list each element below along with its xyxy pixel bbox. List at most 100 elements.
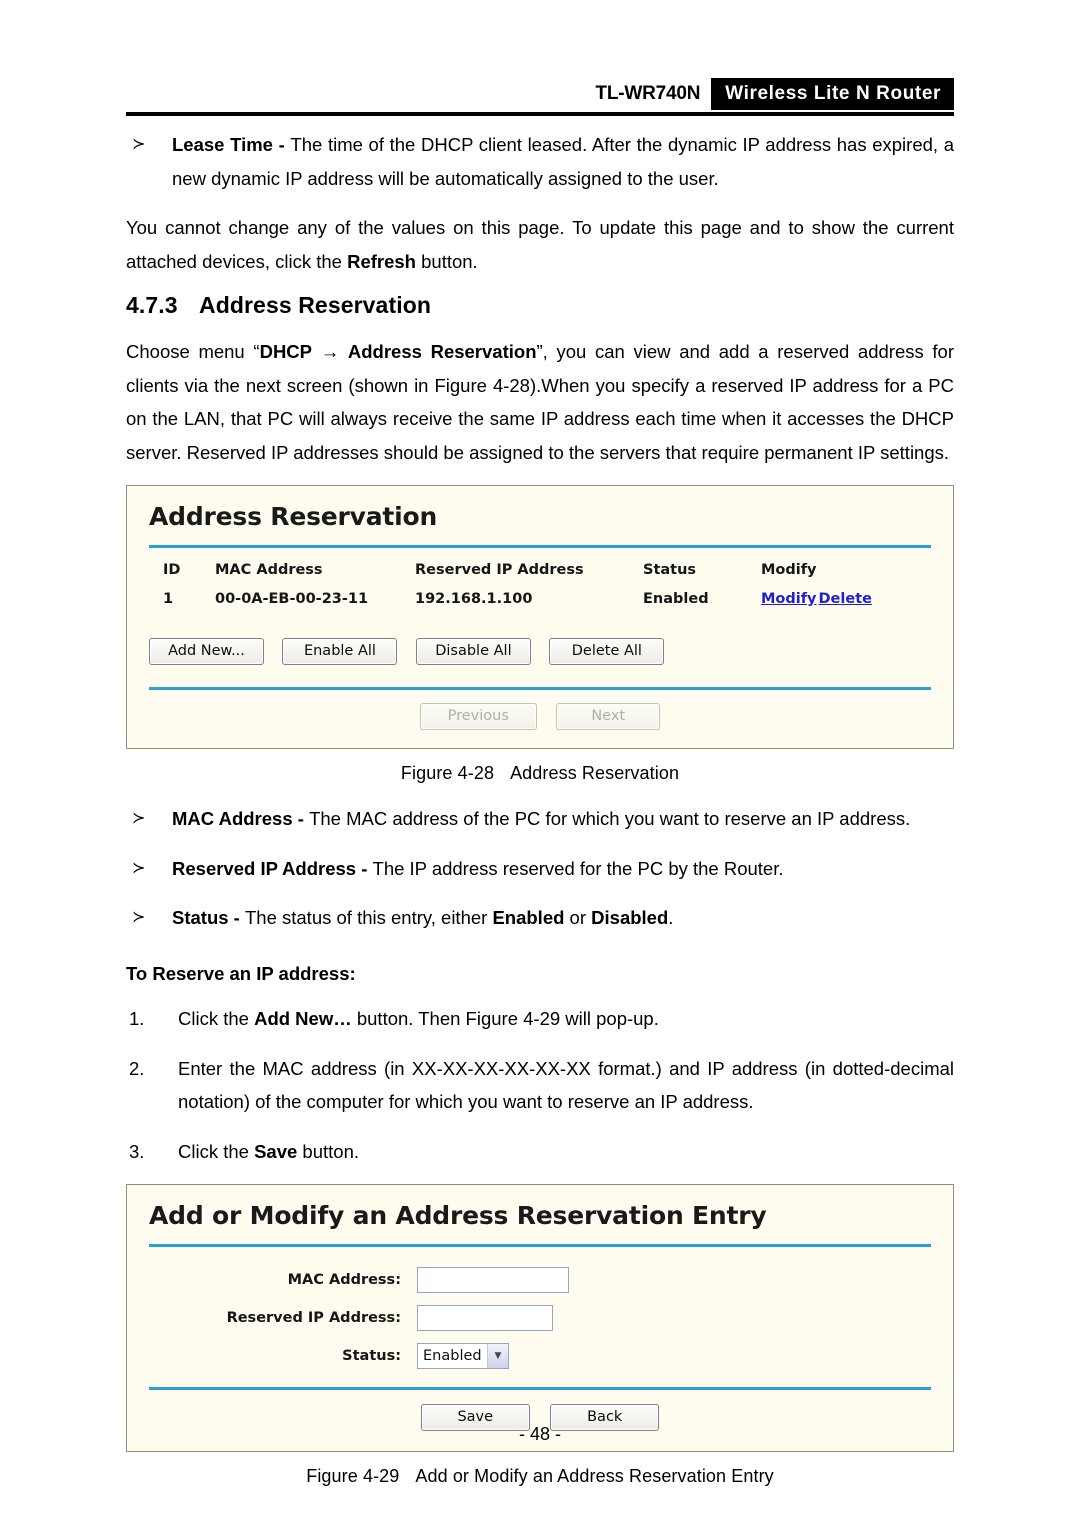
step-1-part1: Click the	[178, 1008, 255, 1029]
router-ui-address-reservation: Address Reservation ID MAC Address Reser…	[126, 485, 954, 749]
intro-menu-dhcp: DHCP	[259, 341, 312, 362]
delete-link[interactable]: Delete	[819, 591, 872, 607]
figure-28-label: Figure 4-28	[400, 763, 495, 783]
status-bold-enabled: Enabled	[492, 907, 565, 928]
chevron-down-icon: ▼	[487, 1344, 508, 1368]
step-2-part1: Enter the MAC address (in XX-XX-XX-XX-XX…	[178, 1057, 954, 1113]
figure-28-text: Address Reservation	[510, 763, 680, 783]
refresh-part2: button.	[415, 250, 478, 272]
panel-title-add-modify-entry: Add or Modify an Address Reservation Ent…	[149, 1201, 767, 1230]
label-status: Status:	[342, 1348, 401, 1364]
bullet-term-status: Status -	[172, 907, 245, 928]
enable-all-button[interactable]: Enable All	[282, 638, 398, 665]
reservation-table: ID MAC Address Reserved IP Address Statu…	[127, 562, 931, 614]
status-select-value: Enabled	[423, 1348, 482, 1364]
panel-title-address-reservation: Address Reservation	[149, 502, 438, 531]
arrow-bullet-icon: ≻	[132, 909, 146, 926]
bullet-status: ≻ Status - The status of this entry, eit…	[126, 901, 954, 935]
header-tagline: Wireless Lite N Router	[711, 78, 954, 110]
table-row: 1 00-0A-EB-00-23-11 192.168.1.100 Enable…	[127, 584, 931, 614]
disable-all-button[interactable]: Disable All	[415, 638, 531, 665]
bulk-action-button-row: Add New... Enable All Disable All Delete…	[127, 614, 953, 665]
bullet-term-reserved-ip: Reserved IP Address -	[172, 857, 373, 879]
column-header-modify: Modify	[761, 562, 817, 578]
page-number: - 48 -	[518, 1424, 561, 1444]
page-footer: - 48 -	[0, 1424, 1080, 1445]
bullet-text-mac-address: The MAC address of the PC for which you …	[309, 808, 911, 829]
bullet-reserved-ip: ≻ Reserved IP Address - The IP address r…	[126, 852, 954, 886]
step-1: 1. Click the Add New… button. Then Figure…	[126, 1002, 954, 1036]
bullet-mac-address: ≻ MAC Address - The MAC address of the P…	[126, 802, 954, 836]
section-title: Address Reservation	[199, 292, 431, 318]
table-header-row: ID MAC Address Reserved IP Address Statu…	[127, 562, 931, 584]
reservation-form: MAC Address: Reserved IP Address: Status…	[127, 1247, 953, 1369]
section-number: 4.7.3	[126, 292, 178, 318]
step-3-part1: Click the	[178, 1140, 255, 1162]
subheading-reserve-ip: To Reserve an IP address:	[126, 962, 356, 984]
status-part1: The status of this entry, either	[244, 907, 493, 928]
figure-29-text: Add or Modify an Address Reservation Ent…	[415, 1466, 774, 1486]
column-header-mac: MAC Address	[215, 562, 323, 578]
refresh-part1: You cannot change any of the values on t…	[126, 217, 954, 272]
figure-4-28-wrapper: Address Reservation ID MAC Address Reser…	[126, 485, 954, 784]
form-row-status: Status: Enabled ▼	[127, 1343, 953, 1369]
step-1-bold: Add New…	[254, 1008, 352, 1029]
reserved-ip-input[interactable]	[417, 1305, 553, 1331]
intro-part1: Choose menu “	[126, 341, 260, 362]
status-part2: .	[668, 907, 674, 928]
arrow-bullet-icon: ≻	[132, 136, 146, 153]
bullet-text-reserved-ip: The IP address reserved for the PC by th…	[372, 857, 784, 879]
form-row-reserved-ip: Reserved IP Address:	[127, 1305, 953, 1331]
column-header-status: Status	[643, 562, 697, 578]
cell-status: Enabled	[643, 591, 709, 607]
column-header-ip: Reserved IP Address	[415, 562, 584, 578]
refresh-bold-label: Refresh	[347, 250, 416, 272]
cell-modify-actions: Modify Delete	[761, 584, 931, 614]
step-2-number: 2.	[129, 1057, 145, 1079]
document-page: TL-WR740N Wireless Lite N Router ≻ Lease…	[0, 0, 1080, 1527]
previous-page-button[interactable]: Previous	[419, 703, 537, 730]
cell-mac: 00-0A-EB-00-23-11	[215, 591, 369, 607]
intro-menu-address-reservation: Address Reservation	[347, 341, 537, 362]
step-1-part2: button. Then Figure 4-29 will pop-up.	[351, 1008, 659, 1029]
step-2: 2. Enter the MAC address (in XX-XX-XX-XX-…	[126, 1052, 954, 1119]
status-mid: or	[564, 907, 592, 928]
header-divider-rule	[126, 112, 954, 116]
menu-arrow-icon: →	[320, 341, 340, 362]
bullet-lease-time: ≻ Lease Time - The time of the DHCP clie…	[126, 128, 954, 195]
step-3-bold: Save	[254, 1140, 298, 1162]
figure-4-29-caption: Figure 4-29 Add or Modify an Address Rese…	[126, 1466, 954, 1487]
label-reserved-ip: Reserved IP Address:	[226, 1310, 401, 1326]
bullet-term-lease-time: Lease Time -	[172, 134, 291, 155]
step-3-number: 3.	[129, 1140, 145, 1162]
modify-link[interactable]: Modify	[761, 591, 817, 607]
status-select[interactable]: Enabled ▼	[417, 1343, 509, 1369]
mac-address-input[interactable]	[417, 1267, 569, 1293]
form-row-mac-address: MAC Address:	[127, 1267, 953, 1293]
arrow-bullet-icon: ≻	[132, 810, 146, 827]
paragraph-refresh-note: You cannot change any of the values on t…	[126, 211, 954, 278]
cell-id: 1	[163, 591, 174, 607]
header-model-name: TL-WR740N	[595, 83, 701, 104]
section-heading-4-7-3: 4.7.3 Address Reservation	[126, 292, 954, 319]
step-3-part2: button.	[297, 1140, 360, 1162]
figure-4-28-caption: Figure 4-28 Address Reservation	[126, 763, 954, 784]
running-header: TL-WR740N Wireless Lite N Router	[126, 78, 954, 118]
pagination-row: Previous Next	[127, 690, 953, 748]
figure-29-label: Figure 4-29	[306, 1466, 400, 1486]
paragraph-intro: Choose menu “DHCP → Address Reservation”…	[126, 335, 954, 469]
bullet-term-mac-address: MAC Address -	[172, 808, 310, 829]
delete-all-button[interactable]: Delete All	[549, 638, 665, 665]
cell-ip: 192.168.1.100	[415, 591, 533, 607]
column-header-id: ID	[163, 562, 181, 578]
router-ui-add-modify-entry: Add or Modify an Address Reservation Ent…	[126, 1184, 954, 1452]
page-content: ≻ Lease Time - The time of the DHCP clie…	[126, 128, 954, 1487]
label-mac-address: MAC Address:	[287, 1272, 401, 1288]
status-bold-disabled: Disabled	[591, 907, 669, 928]
bullet-text-lease-time: The time of the DHCP client leased. Afte…	[172, 134, 954, 189]
arrow-bullet-icon: ≻	[132, 859, 146, 877]
add-new-button[interactable]: Add New...	[149, 638, 264, 665]
step-3: 3. Click the Save button.	[126, 1135, 954, 1169]
next-page-button[interactable]: Next	[556, 703, 661, 730]
step-1-number: 1.	[129, 1008, 145, 1029]
